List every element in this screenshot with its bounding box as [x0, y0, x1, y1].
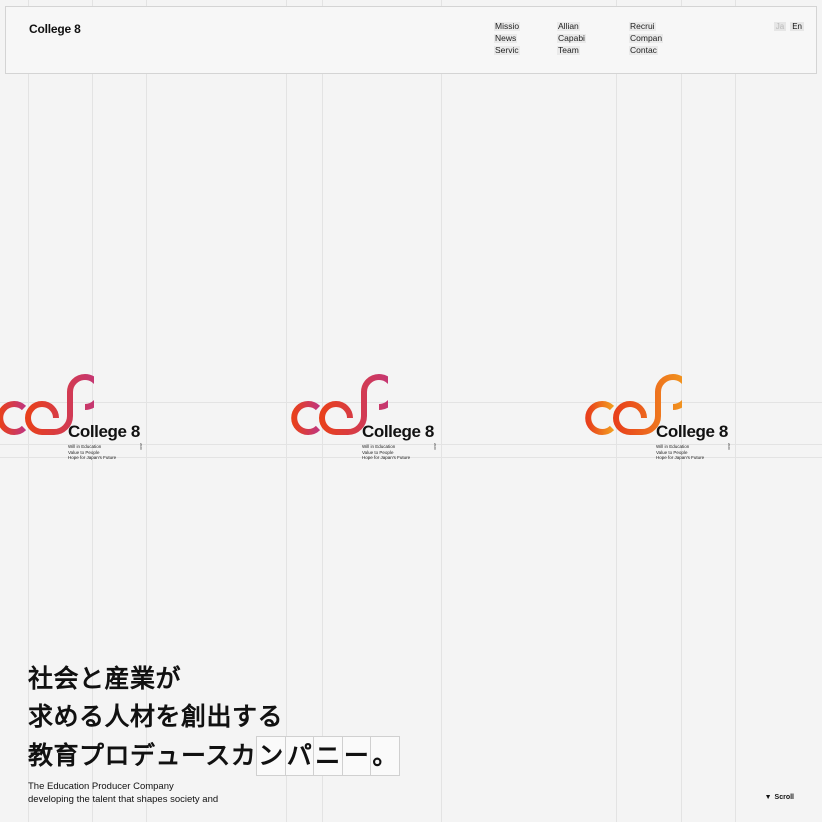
logo-year: 2020 [433, 443, 437, 450]
logo-wordmark: College 8 [656, 422, 728, 441]
nav-mission[interactable]: Missio [494, 22, 521, 31]
nav-column-1: Missio News Servic [494, 22, 521, 55]
logo-year: 2020 [727, 443, 731, 450]
nav-news[interactable]: News [494, 34, 518, 43]
nav-service[interactable]: Servic [494, 46, 520, 55]
hero-subcopy: The Education Producer Company developin… [28, 780, 218, 806]
site-header: College 8 Missio News Servic Allian Capa… [5, 6, 817, 74]
logo-tagline: Will in Education Value to People Hope for… [68, 444, 117, 460]
logo-year: 2020 [139, 443, 143, 450]
nav-recruit[interactable]: Recrui [629, 22, 656, 31]
subcopy-line-2: developing the talent that shapes societ… [28, 794, 219, 805]
headline-line-1: 社会と産業が [28, 664, 182, 693]
logo-tagline: Will in Education Value to People Hope for… [656, 444, 705, 460]
logo-block-1: College 8 Will in Education Value to Peop… [0, 372, 154, 462]
nav-team[interactable]: Team [557, 46, 580, 55]
scroll-label: Scroll [774, 794, 794, 801]
nav-alliance[interactable]: Allian [557, 22, 580, 31]
logo-tagline: Will in Education Value to People Hope for… [362, 444, 411, 460]
nav-column-3: Recrui Compan Contac [629, 22, 664, 55]
nav-company[interactable]: Compan [629, 34, 664, 43]
header-brand[interactable]: College 8 [29, 22, 81, 36]
hero-headline: 社会と産業が 求める人材を創出する 教育プロデュースカンパニー。 [28, 660, 400, 776]
headline-line-3: 教育プロデュースカンパニー。 [28, 736, 400, 776]
lang-ja[interactable]: Ja [773, 22, 787, 31]
triangle-down-icon: ▼ [764, 794, 772, 801]
logo-wordmark: College 8 [68, 422, 140, 441]
lang-en[interactable]: En [790, 22, 804, 31]
logo-block-3: College 8 Will in Education Value to Peop… [582, 372, 742, 462]
subcopy-line-1: The Education Producer Company [28, 781, 174, 792]
logo-block-2: College 8 Will in Education Value to Peop… [288, 372, 448, 462]
nav-capability[interactable]: Capabi [557, 34, 586, 43]
scroll-indicator[interactable]: ▼ Scroll [765, 794, 794, 801]
nav-column-2: Allian Capabi Team [557, 22, 586, 55]
headline-line-2: 求める人材を創出する [28, 702, 284, 731]
nav-contact[interactable]: Contac [629, 46, 658, 55]
logo-wordmark: College 8 [362, 422, 434, 441]
language-switcher: Ja En [773, 22, 804, 31]
